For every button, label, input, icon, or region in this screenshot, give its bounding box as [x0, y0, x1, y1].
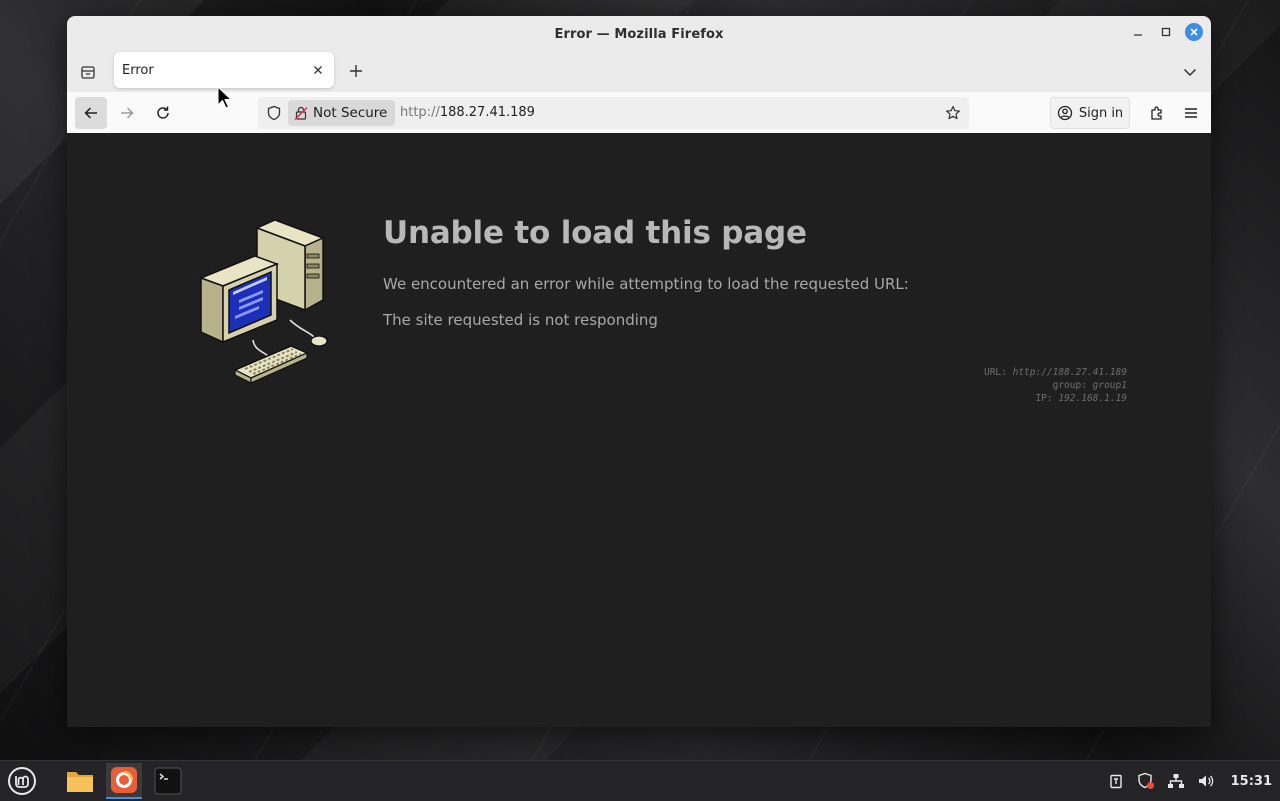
- error-reason: The site requested is not responding: [383, 311, 658, 329]
- account-icon: [1057, 105, 1072, 121]
- tab-bar: Error: [67, 52, 1211, 92]
- bookmark-star-button[interactable]: [943, 103, 963, 123]
- close-window-button[interactable]: [1185, 23, 1203, 41]
- update-shield-tray-icon[interactable]: [1137, 772, 1155, 790]
- computer-icon: [198, 219, 328, 384]
- window-title: Error — Mozilla Firefox: [554, 26, 724, 42]
- terminal-icon: [154, 767, 182, 795]
- puzzle-icon: [1151, 106, 1162, 120]
- system-tray: 15:31: [1107, 761, 1272, 801]
- details-url-label: URL:: [983, 367, 1007, 378]
- chevron-down-icon: [1183, 68, 1197, 77]
- page-content: Unable to load this page We encountered …: [67, 133, 1211, 727]
- error-message: We encountered an error while attempting…: [383, 275, 909, 293]
- hamburger-icon: [1185, 108, 1197, 118]
- shield-icon: [1137, 772, 1154, 789]
- url-text[interactable]: http://188.27.41.189: [400, 105, 535, 120]
- url-scheme: http://: [400, 105, 440, 120]
- extensions-button[interactable]: [1141, 97, 1173, 129]
- tab-error[interactable]: Error: [114, 52, 334, 88]
- start-menu-button[interactable]: [6, 765, 38, 797]
- title-bar[interactable]: Error — Mozilla Firefox: [67, 16, 1211, 52]
- details-ip-value: 192.168.1.19: [1058, 393, 1127, 404]
- plus-icon: [350, 65, 362, 77]
- close-tab-button[interactable]: [308, 60, 328, 80]
- volume-tray-icon[interactable]: [1197, 772, 1215, 790]
- site-security-badge[interactable]: Not Secure: [288, 100, 396, 126]
- minimize-icon: [1134, 34, 1142, 36]
- sign-in-label: Sign in: [1078, 105, 1124, 121]
- details-ip-label: IP:: [1035, 393, 1053, 404]
- taskbar: 15:31: [0, 760, 1280, 801]
- mint-logo-icon: [8, 767, 36, 795]
- minimize-button[interactable]: [1129, 23, 1147, 41]
- url-host: 188.27.41.189: [439, 105, 535, 120]
- forward-button[interactable]: [111, 97, 143, 129]
- network-icon: [1167, 774, 1184, 788]
- details-group-line: group: group1: [984, 379, 1127, 392]
- details-group-label: group:: [1052, 380, 1087, 391]
- details-url-line: URL: http://188.27.41.189: [984, 366, 1127, 379]
- url-bar[interactable]: Not Secure http://188.27.41.189: [258, 97, 969, 129]
- tab-title: Error: [122, 62, 154, 78]
- new-tab-button[interactable]: [345, 60, 367, 82]
- security-label: Not Secure: [313, 105, 388, 121]
- star-icon: [946, 105, 960, 120]
- details-group-value: group1: [1092, 380, 1127, 391]
- clipboard-tray-icon[interactable]: [1107, 772, 1125, 790]
- maximize-icon: [1161, 27, 1171, 37]
- tracking-protection-icon[interactable]: [264, 103, 284, 123]
- computer-illustration: [195, 219, 340, 394]
- firefox-view-button[interactable]: [77, 61, 99, 83]
- details-url-value: http://188.27.41.189: [1012, 367, 1127, 378]
- speaker-icon: [1198, 775, 1213, 787]
- app-menu-button[interactable]: [1175, 97, 1207, 129]
- taskbar-clock[interactable]: 15:31: [1231, 774, 1272, 789]
- error-details: URL: http://188.27.41.189 group: group1 …: [984, 366, 1127, 405]
- back-button[interactable]: [75, 97, 107, 129]
- mouse-pointer-icon: [217, 86, 233, 109]
- sign-in-button[interactable]: Sign in: [1050, 97, 1130, 129]
- clipboard-icon: [1109, 774, 1122, 789]
- arrow-left-icon: [84, 107, 97, 119]
- network-tray-icon[interactable]: [1167, 772, 1185, 790]
- taskbar-firefox-button[interactable]: [106, 763, 142, 799]
- window-controls: [1129, 23, 1203, 41]
- details-ip-line: IP: 192.168.1.19: [984, 392, 1127, 405]
- firefox-view-icon: [81, 66, 95, 79]
- list-all-tabs-button[interactable]: [1179, 61, 1201, 83]
- taskbar-terminal-button[interactable]: [150, 763, 186, 799]
- arrow-right-icon: [121, 107, 134, 119]
- firefox-icon: [111, 767, 137, 793]
- navigation-toolbar: Not Secure http://188.27.41.189 Sign in: [67, 92, 1211, 134]
- error-title: Unable to load this page: [383, 215, 807, 251]
- reload-icon: [157, 106, 169, 119]
- reload-button[interactable]: [147, 97, 179, 129]
- browser-window: Error — Mozilla Firefox Error Not Secure…: [67, 16, 1211, 727]
- close-icon: [1190, 28, 1198, 36]
- maximize-button[interactable]: [1157, 23, 1175, 41]
- lock-insecure-icon: [294, 106, 308, 120]
- taskbar-files-button[interactable]: [62, 763, 98, 799]
- close-icon: [314, 66, 322, 74]
- folder-icon: [67, 772, 93, 792]
